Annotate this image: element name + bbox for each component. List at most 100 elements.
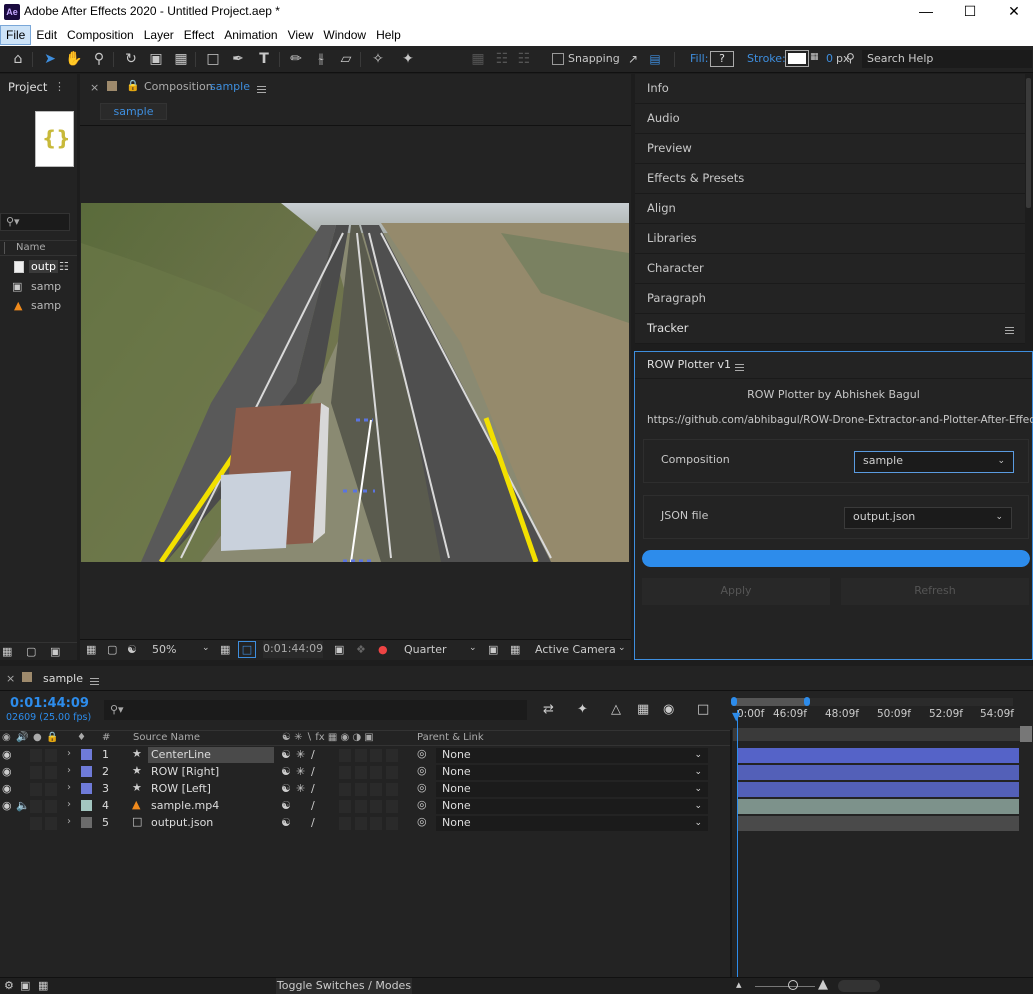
layer-name[interactable]: CenterLine bbox=[148, 747, 274, 763]
minimize-button[interactable]: — bbox=[904, 1, 948, 23]
quality-switch-icon[interactable]: ∕ bbox=[311, 782, 315, 795]
parent-link-column-header[interactable]: Parent & Link bbox=[417, 732, 484, 743]
monitor-icon[interactable]: ▢ bbox=[107, 643, 117, 656]
new-composition-icon[interactable]: ▣ bbox=[50, 645, 60, 658]
3d-layer-switch[interactable] bbox=[386, 817, 398, 830]
effects-switch[interactable] bbox=[339, 817, 351, 830]
axis-world-icon[interactable]: ☷ bbox=[492, 50, 512, 68]
timeline-search-input[interactable]: ⚲▾ bbox=[104, 700, 527, 720]
motion-blur-switch[interactable] bbox=[370, 783, 382, 796]
parent-dropdown[interactable]: None ⌄ bbox=[436, 799, 708, 814]
label-color-swatch[interactable] bbox=[81, 800, 92, 811]
zoom-dropdown[interactable]: 50% bbox=[152, 643, 176, 656]
composition-dropdown[interactable]: sample ⌄ bbox=[854, 451, 1014, 473]
source-name-column-header[interactable]: Source Name bbox=[133, 732, 200, 743]
effects-switch[interactable] bbox=[339, 766, 351, 779]
eye-icon[interactable]: ◉ bbox=[2, 799, 12, 812]
solo-switch[interactable] bbox=[30, 749, 42, 762]
transparency-grid-icon[interactable]: ▦ bbox=[510, 643, 520, 656]
pick-whip-icon[interactable]: ◎ bbox=[417, 798, 427, 811]
current-time-field[interactable]: 0:01:44:09 bbox=[263, 641, 323, 658]
expand-time-controls-icon[interactable]: ▦ bbox=[38, 979, 48, 992]
motion-blur-switch[interactable] bbox=[370, 817, 382, 830]
project-tab[interactable]: Project bbox=[8, 80, 47, 94]
snap-icon[interactable]: ↗ bbox=[623, 50, 643, 68]
layer-duration-bar[interactable] bbox=[738, 799, 1019, 814]
number-column-header[interactable]: # bbox=[102, 732, 110, 743]
3d-layer-switch[interactable] bbox=[386, 766, 398, 779]
label-color-swatch[interactable] bbox=[81, 749, 92, 760]
layer-row[interactable]: › 5 □ output.json ☯ ∕ ◎ None ⌄ bbox=[0, 815, 1033, 832]
menu-effect[interactable]: Effect bbox=[179, 24, 219, 46]
lock-switch[interactable] bbox=[45, 800, 57, 813]
work-area-end-handle[interactable] bbox=[1020, 726, 1032, 742]
speaker-icon[interactable]: 🔈 bbox=[16, 799, 30, 812]
brush-tool-icon[interactable]: ✏ bbox=[286, 50, 306, 68]
axis-view-icon[interactable]: ☷ bbox=[514, 50, 534, 68]
frame-blend-switch[interactable] bbox=[355, 817, 367, 830]
solo-switch[interactable] bbox=[30, 766, 42, 779]
chevron-right-icon[interactable]: › bbox=[67, 799, 71, 810]
channels-icon[interactable]: ● bbox=[378, 643, 388, 656]
layer-name[interactable]: sample.mp4 bbox=[148, 798, 222, 814]
effects-switch[interactable] bbox=[339, 800, 351, 813]
parent-dropdown[interactable]: None ⌄ bbox=[436, 765, 708, 780]
layer-duration-bar[interactable] bbox=[738, 748, 1019, 763]
shy-switch-icon[interactable]: ☯ bbox=[281, 816, 291, 829]
pick-whip-icon[interactable]: ◎ bbox=[417, 815, 427, 828]
zoom-in-icon[interactable]: ▲ bbox=[818, 977, 828, 992]
stroke-options-icon[interactable]: ▦ bbox=[810, 52, 819, 62]
preview-panel-tab[interactable]: Preview bbox=[635, 134, 1025, 164]
character-panel-tab[interactable]: Character bbox=[635, 254, 1025, 284]
fit-frame-icon[interactable]: ▦ bbox=[220, 643, 230, 656]
panel-menu-icon[interactable] bbox=[735, 361, 744, 374]
new-folder-icon[interactable]: ▢ bbox=[26, 645, 36, 658]
eye-icon[interactable]: ◉ bbox=[2, 748, 12, 761]
menu-window[interactable]: Window bbox=[318, 24, 371, 46]
chevron-right-icon[interactable]: › bbox=[67, 765, 71, 776]
layer-duration-bar[interactable] bbox=[738, 816, 1019, 831]
lock-switch[interactable] bbox=[45, 817, 57, 830]
align-panel-tab[interactable]: Align bbox=[635, 194, 1025, 224]
chevron-right-icon[interactable]: › bbox=[67, 816, 71, 827]
zoom-slider-handle[interactable] bbox=[788, 980, 798, 990]
chevron-down-icon[interactable]: ⌄ bbox=[469, 643, 477, 653]
timeline-tab[interactable]: sample bbox=[43, 672, 83, 685]
quality-switch-icon[interactable]: ∕ bbox=[311, 748, 315, 761]
chevron-down-icon[interactable]: ⌄ bbox=[202, 643, 210, 653]
rotation-tool-icon[interactable]: ↻ bbox=[121, 50, 141, 68]
toggle-switches-modes-button[interactable]: Toggle Switches / Modes bbox=[276, 978, 412, 994]
panel-menu-icon[interactable]: ⋮ bbox=[54, 80, 65, 93]
lock-switch[interactable] bbox=[45, 766, 57, 779]
snapping-checkbox[interactable] bbox=[552, 53, 564, 65]
menu-layer[interactable]: Layer bbox=[139, 24, 179, 46]
parent-dropdown[interactable]: None ⌄ bbox=[436, 748, 708, 763]
project-search-input[interactable]: ⚲▾ bbox=[0, 213, 70, 231]
layer-row[interactable]: ◉ › 3 ★ ROW [Left] ☯ ✳ ∕ ◎ None ⌄ bbox=[0, 781, 1033, 798]
shy-switch-icon[interactable]: ☯ bbox=[281, 765, 291, 778]
layer-name[interactable]: output.json bbox=[148, 815, 216, 831]
collapse-switch-icon[interactable]: ✳ bbox=[296, 748, 305, 761]
lock-switch[interactable] bbox=[45, 783, 57, 796]
pen-tool-icon[interactable]: ✒ bbox=[228, 50, 248, 68]
maximize-button[interactable]: ☐ bbox=[948, 1, 992, 23]
interpret-footage-icon[interactable]: ▦ bbox=[2, 645, 12, 658]
layer-row[interactable]: ◉ › 2 ★ ROW [Right] ☯ ✳ ∕ ◎ None ⌄ bbox=[0, 764, 1033, 781]
chevron-down-icon[interactable]: ⌄ bbox=[618, 643, 626, 653]
solo-switch[interactable] bbox=[30, 800, 42, 813]
label-color-swatch[interactable] bbox=[81, 817, 92, 828]
camera-tool-icon[interactable]: ▣ bbox=[146, 50, 166, 68]
close-tab-icon[interactable]: × bbox=[90, 81, 99, 94]
quality-switch-icon[interactable]: ∕ bbox=[311, 799, 315, 812]
shy-layers-icon[interactable]: △ bbox=[611, 702, 621, 717]
roto-brush-tool-icon[interactable]: ✧ bbox=[368, 50, 388, 68]
menu-edit[interactable]: Edit bbox=[31, 24, 62, 46]
motion-blur-switch[interactable] bbox=[370, 800, 382, 813]
expand-transfer-controls-icon[interactable]: ▣ bbox=[20, 979, 30, 992]
collapse-switch-icon[interactable]: ✳ bbox=[296, 782, 305, 795]
panel-menu-icon[interactable] bbox=[90, 675, 99, 688]
mask-visibility-icon[interactable]: ☯ bbox=[127, 643, 137, 656]
label-icon[interactable]: ♦ bbox=[77, 732, 86, 743]
axis-local-icon[interactable]: ▦ bbox=[468, 50, 488, 68]
panel-menu-icon[interactable] bbox=[1005, 324, 1014, 337]
